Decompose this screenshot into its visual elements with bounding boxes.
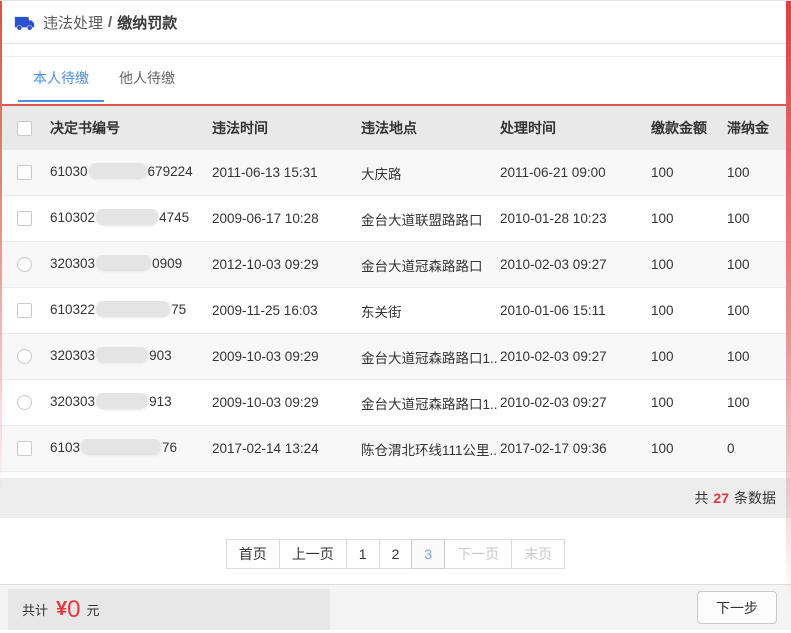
table-row: 320303913 2009-10-03 09:29 金台大道冠森路路口1...… <box>0 380 791 426</box>
amount: 100 <box>649 257 725 272</box>
page-prev-button[interactable]: 上一页 <box>279 539 347 569</box>
page-1-button[interactable]: 1 <box>346 539 380 569</box>
page-header: 违法处理 / 缴纳罚款 <box>0 1 791 44</box>
violation-time: 2009-06-17 10:28 <box>210 211 359 226</box>
record-count-bar: 共 27 条数据 <box>0 478 791 518</box>
violation-place: 金台大道冠森路路口1... <box>359 347 498 367</box>
process-time: 2017-02-17 09:36 <box>498 441 649 456</box>
decision-no: 6103024745 <box>48 209 210 228</box>
decision-no: 3203030909 <box>48 255 210 274</box>
breadcrumb-current: 缴纳罚款 <box>117 12 177 33</box>
redaction-blur <box>81 439 161 455</box>
col-violation-place: 违法地点 <box>359 118 498 138</box>
process-time: 2010-02-03 09:27 <box>498 349 649 364</box>
decision-no: 61030679224 <box>48 163 210 182</box>
count-suffix: 条数据 <box>734 488 776 508</box>
late-fee: 100 <box>725 303 791 318</box>
process-time: 2010-01-28 10:23 <box>498 211 649 226</box>
decision-no: 320303913 <box>48 393 210 412</box>
violation-time: 2009-10-03 09:29 <box>210 395 359 410</box>
violation-place: 金台大道冠森路路口1... <box>359 393 498 413</box>
record-count: 27 <box>713 490 729 506</box>
violation-time: 2011-06-13 15:31 <box>210 165 359 180</box>
redaction-blur <box>96 393 148 409</box>
row-radio[interactable] <box>17 395 32 410</box>
col-violation-time: 违法时间 <box>210 118 359 138</box>
total-amount-value: 0 <box>67 596 80 624</box>
tab-others-pending[interactable]: 他人待缴 <box>104 57 190 102</box>
row-checkbox[interactable] <box>17 165 32 180</box>
row-radio[interactable] <box>17 257 32 272</box>
table-row: 320303903 2009-10-03 09:29 金台大道冠森路路口1...… <box>0 334 791 380</box>
violation-place: 金台大道联盟路路口 <box>359 209 498 229</box>
tab-bar: 本人待缴 他人待缴 <box>0 56 791 102</box>
truck-icon <box>14 14 35 31</box>
table-row: 61032275 2009-11-25 16:03 东关街 2010-01-06… <box>0 288 791 334</box>
row-checkbox[interactable] <box>17 303 32 318</box>
page-3-button-current[interactable]: 3 <box>411 539 445 569</box>
process-time: 2011-06-21 09:00 <box>498 165 649 180</box>
redaction-blur <box>89 163 147 179</box>
amount: 100 <box>649 165 725 180</box>
table-row: 3203030909 2012-10-03 09:29 金台大道冠森路路口 20… <box>0 242 791 288</box>
amount: 100 <box>649 303 725 318</box>
late-fee: 100 <box>725 395 791 410</box>
process-time: 2010-01-06 15:11 <box>498 303 649 318</box>
table-row: 61030679224 2011-06-13 15:31 大庆路 2011-06… <box>0 150 791 196</box>
next-step-button[interactable]: 下一步 <box>697 591 777 624</box>
violation-place: 陈仓渭北环线111公里... <box>359 439 498 459</box>
late-fee: 100 <box>725 165 791 180</box>
select-all-checkbox[interactable] <box>17 121 32 136</box>
col-amount: 缴款金额 <box>649 118 725 138</box>
late-fee: 0 <box>725 441 791 456</box>
tab-self-pending[interactable]: 本人待缴 <box>18 57 104 102</box>
table-header-row: 决定书编号 违法时间 违法地点 处理时间 缴款金额 滞纳金 <box>0 106 791 150</box>
process-time: 2010-02-03 09:27 <box>498 257 649 272</box>
page-first-button[interactable]: 首页 <box>226 539 280 569</box>
row-radio[interactable] <box>17 349 32 364</box>
currency-unit: 元 <box>87 600 100 619</box>
decision-no: 610376 <box>48 439 210 458</box>
redaction-blur <box>96 255 151 271</box>
redaction-blur <box>96 301 170 317</box>
amount: 100 <box>649 211 725 226</box>
decision-no: 320303903 <box>48 347 210 366</box>
decision-no: 61032275 <box>48 301 210 320</box>
process-time: 2010-02-03 09:27 <box>498 395 649 410</box>
amount: 100 <box>649 395 725 410</box>
col-late-fee: 滞纳金 <box>725 118 791 138</box>
table-row: 6103024745 2009-06-17 10:28 金台大道联盟路路口 20… <box>0 196 791 242</box>
late-fee: 100 <box>725 211 791 226</box>
col-decision-no: 决定书编号 <box>48 118 210 138</box>
bottom-total-bar: 共计 ¥ 0 元 下一步 <box>0 584 791 630</box>
violation-place: 大庆路 <box>359 163 498 183</box>
page-2-button[interactable]: 2 <box>379 539 413 569</box>
page-last-button[interactable]: 末页 <box>511 539 565 569</box>
page-next-button[interactable]: 下一页 <box>444 539 512 569</box>
col-process-time: 处理时间 <box>498 118 649 138</box>
late-fee: 100 <box>725 257 791 272</box>
total-amount-box: 共计 ¥ 0 元 <box>8 589 330 630</box>
redaction-blur <box>96 347 148 363</box>
late-fee: 100 <box>725 349 791 364</box>
breadcrumb-section[interactable]: 违法处理 <box>43 12 103 33</box>
breadcrumb-separator: / <box>108 14 112 31</box>
violation-time: 2009-11-25 16:03 <box>210 303 359 318</box>
violation-time: 2009-10-03 09:29 <box>210 349 359 364</box>
violation-time: 2017-02-14 13:24 <box>210 441 359 456</box>
row-checkbox[interactable] <box>17 211 32 226</box>
amount: 100 <box>649 441 725 456</box>
violation-time: 2012-10-03 09:29 <box>210 257 359 272</box>
redaction-blur <box>96 209 158 225</box>
table-row: 610376 2017-02-14 13:24 陈仓渭北环线111公里... 2… <box>0 426 791 472</box>
violation-place: 金台大道冠森路路口 <box>359 255 498 275</box>
count-prefix: 共 <box>694 488 708 508</box>
currency-symbol: ¥ <box>56 598 67 621</box>
violation-place: 东关街 <box>359 301 498 321</box>
amount: 100 <box>649 349 725 364</box>
total-label: 共计 <box>22 600 48 619</box>
row-checkbox[interactable] <box>17 441 32 456</box>
violations-table: 决定书编号 违法时间 违法地点 处理时间 缴款金额 滞纳金 6103067922… <box>0 106 791 472</box>
pagination: 首页 上一页 1 2 3 下一页 末页 <box>0 518 791 590</box>
